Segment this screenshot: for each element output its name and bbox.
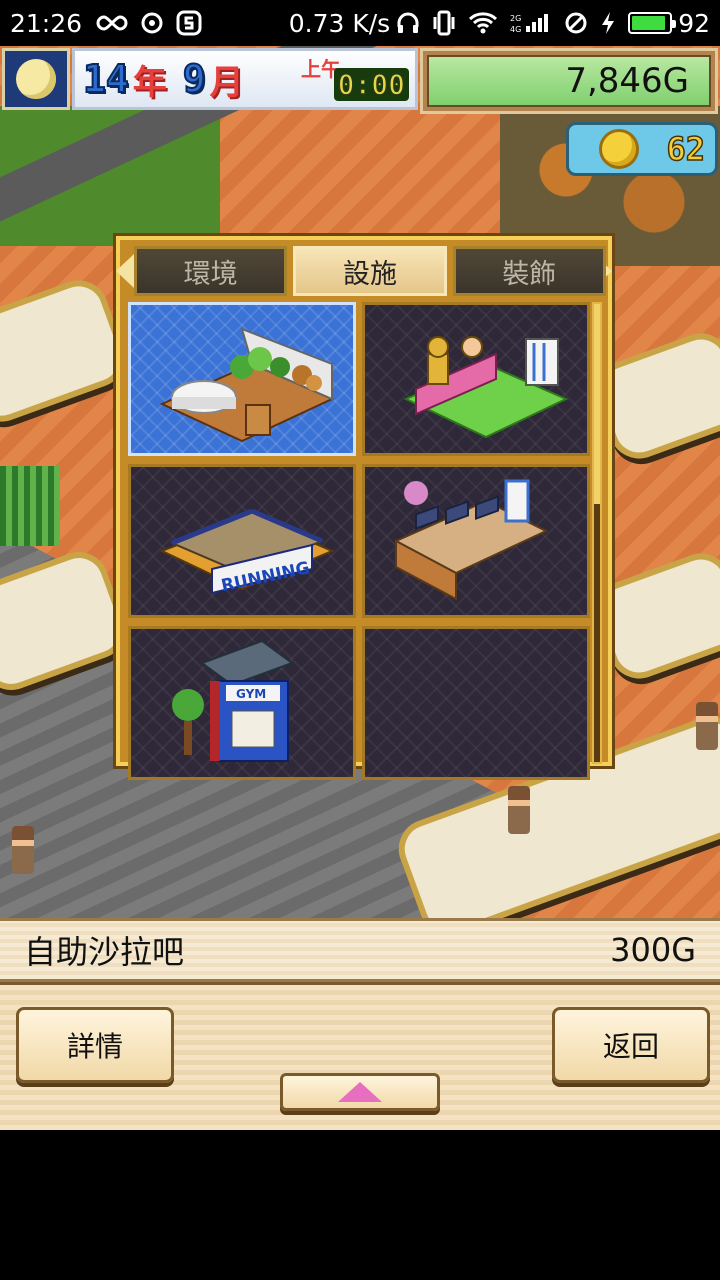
battery-percent: 92 xyxy=(678,8,710,38)
panel-scrollbar[interactable] xyxy=(592,302,602,764)
bottom-letterbox xyxy=(0,1130,720,1280)
collapse-menu-button[interactable] xyxy=(280,1073,440,1111)
item-price: 300G xyxy=(610,931,696,969)
night-moon-indicator xyxy=(2,48,70,110)
battery-icon xyxy=(628,12,677,34)
infinity-icon xyxy=(96,13,128,33)
tab-decorations[interactable]: 裝飾 xyxy=(452,246,606,296)
facility-grid: RUNNING GYM xyxy=(128,302,602,780)
staff-sprite[interactable] xyxy=(696,702,718,750)
svg-text:2G: 2G xyxy=(510,14,521,23)
cellular-signal-icon: 2G 4G xyxy=(510,12,552,34)
up-arrow-icon xyxy=(338,1082,382,1102)
bamboo-plants xyxy=(0,466,60,546)
back-button[interactable]: 返回 xyxy=(552,1007,710,1083)
medal-coin-icon xyxy=(598,129,639,169)
svg-text:4G: 4G xyxy=(510,25,521,34)
screen: { "status_bar": { "time": "21:26", "spee… xyxy=(0,0,720,1280)
details-button[interactable]: 詳情 xyxy=(16,1007,174,1083)
moon-icon xyxy=(16,59,56,99)
item-market-stall[interactable] xyxy=(362,464,590,618)
tab-environment[interactable]: 環境 xyxy=(134,246,288,296)
network-speed: 0.73 K/s xyxy=(288,8,391,38)
bottom-controls: 詳情 返回 xyxy=(0,982,720,1130)
month-number: 9 xyxy=(182,56,207,102)
item-empty-slot xyxy=(362,626,590,780)
do-not-disturb-icon xyxy=(564,11,588,35)
item-salad-bar[interactable] xyxy=(128,302,356,456)
s-app-icon xyxy=(176,10,202,36)
headphones-icon xyxy=(396,11,420,35)
category-tabs: 環境 設施 裝飾 xyxy=(134,246,606,296)
item-running-machine[interactable]: RUNNING xyxy=(128,464,356,618)
salad-bar-icon xyxy=(159,327,335,443)
game-clock: 0:00 xyxy=(333,67,409,102)
counter-left-top[interactable] xyxy=(0,271,134,431)
medal-counter[interactable]: 62 xyxy=(566,122,718,176)
status-time: 21:26 xyxy=(10,8,83,38)
status-bar: 21:26 0.73 K/s 2G 4G 92 xyxy=(0,0,720,46)
market-stall-icon xyxy=(393,479,549,601)
build-menu-panel: 環境 設施 裝飾 RUNNING GYM xyxy=(116,236,612,780)
month-unit: 月 xyxy=(209,62,244,103)
app-notification-icon xyxy=(140,11,164,35)
calendar-display: 14 年 9 月 上午 0:00 xyxy=(72,48,418,110)
customer-sprite[interactable] xyxy=(12,826,34,874)
money-value: 7,846G xyxy=(427,55,711,107)
tab-facilities[interactable]: 設施 xyxy=(293,246,447,296)
wifi-icon xyxy=(468,11,498,35)
selected-item-info: 自助沙拉吧 300G xyxy=(0,918,720,982)
gym-booth-icon: GYM xyxy=(172,639,295,762)
running-machine-icon: RUNNING xyxy=(159,508,335,596)
money-display: 7,846G xyxy=(420,48,718,114)
year-unit: 年 xyxy=(132,62,167,103)
item-name: 自助沙拉吧 xyxy=(24,933,185,971)
scrollbar-thumb[interactable] xyxy=(594,304,600,504)
charging-icon xyxy=(600,11,616,35)
item-trophy-stand[interactable] xyxy=(362,302,590,456)
year-number: 14 xyxy=(82,56,130,102)
gym-sign: GYM xyxy=(236,687,266,701)
medal-count: 62 xyxy=(666,129,706,169)
chef-sprite[interactable] xyxy=(508,786,530,834)
tab-prev-arrow-icon[interactable] xyxy=(116,254,134,288)
vibrate-icon xyxy=(432,10,456,36)
item-gym-booth[interactable]: GYM xyxy=(128,626,356,780)
trophy-stand-icon xyxy=(403,336,569,439)
